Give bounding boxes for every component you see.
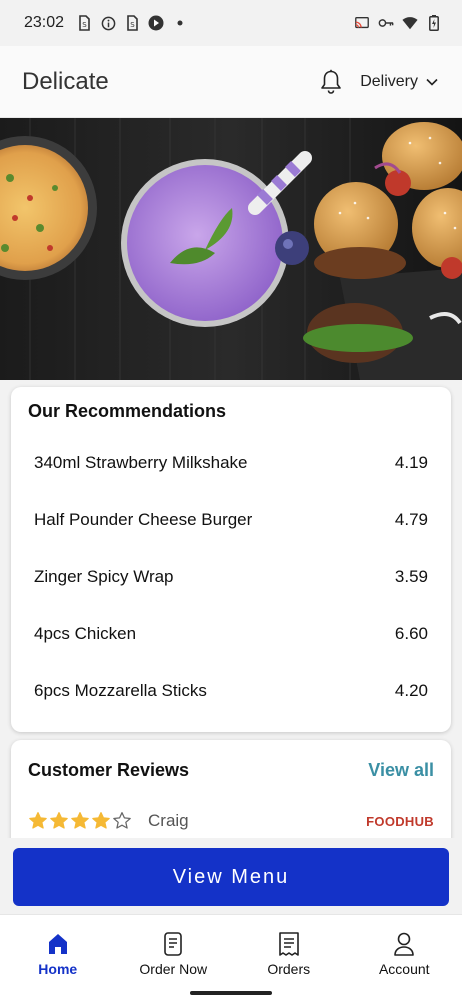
- recommendations-title: Our Recommendations: [28, 401, 227, 421]
- review-item[interactable]: Craig FOODHUB: [28, 811, 434, 831]
- vpn-key-icon: [378, 15, 394, 31]
- account-icon: [392, 931, 416, 957]
- nav-label: Account: [378, 961, 430, 977]
- list-item[interactable]: Half Pounder Cheese Burger 4.79: [28, 491, 434, 548]
- chevron-down-icon: [426, 73, 438, 91]
- item-price: 4.79: [394, 509, 428, 529]
- wifi-icon: [402, 15, 418, 31]
- recommendations-card: Our Recommendations 340ml Strawberry Mil…: [11, 387, 451, 732]
- item-name: Zinger Spicy Wrap: [34, 566, 174, 586]
- svg-text:S: S: [130, 21, 135, 29]
- reviews-title: Customer Reviews: [28, 760, 190, 780]
- star-filled-icon: [71, 812, 89, 829]
- item-price: 6.60: [394, 623, 428, 643]
- home-icon: [46, 931, 70, 957]
- view-menu-bar: View Menu: [0, 838, 462, 914]
- battery-icon: [426, 15, 442, 31]
- item-name: 340ml Strawberry Milkshake: [34, 452, 248, 472]
- dot-icon: [172, 15, 188, 31]
- item-name: 6pcs Mozzarella Sticks: [34, 680, 207, 700]
- item-price: 4.20: [394, 680, 428, 700]
- order-icon: [161, 931, 185, 957]
- item-name: Half Pounder Cheese Burger: [34, 509, 253, 529]
- brand-title: Delicate: [22, 67, 109, 95]
- cast-icon: [354, 15, 370, 31]
- reviewer-name: Craig: [148, 811, 189, 830]
- receipt-icon: [277, 931, 301, 957]
- bottom-nav: Home Order Now Orders Account: [0, 914, 462, 1000]
- nav-label: Order Now: [139, 961, 208, 977]
- view-all-link[interactable]: View all: [368, 760, 434, 781]
- delivery-selector[interactable]: Delivery: [358, 69, 440, 95]
- status-bar: 23:02 S S: [0, 0, 462, 46]
- star-empty-icon: [113, 812, 131, 829]
- list-item[interactable]: Zinger Spicy Wrap 3.59: [28, 548, 434, 605]
- nav-account[interactable]: Account: [347, 915, 462, 1000]
- delivery-label: Delivery: [360, 72, 418, 90]
- foodhub-logo: FOODHUB: [366, 813, 434, 829]
- star-rating: [28, 811, 132, 831]
- star-filled-icon: [50, 812, 68, 829]
- star-filled-icon: [29, 812, 47, 829]
- view-menu-button[interactable]: View Menu: [13, 848, 449, 906]
- info-icon: [100, 15, 116, 31]
- nav-label: Orders: [267, 961, 311, 977]
- play-icon: [148, 15, 164, 31]
- item-name: 4pcs Chicken: [34, 623, 137, 643]
- hero-banner-image: [0, 118, 462, 380]
- sim-icon: S: [76, 15, 92, 31]
- status-time: 23:02: [24, 14, 65, 31]
- sim-icon: S: [124, 15, 140, 31]
- list-item[interactable]: 6pcs Mozzarella Sticks 4.20: [28, 662, 434, 719]
- star-filled-icon: [92, 812, 110, 829]
- list-item[interactable]: 4pcs Chicken 6.60: [28, 605, 434, 662]
- recommendations-list: 340ml Strawberry Milkshake 4.19 Half Pou…: [28, 434, 434, 719]
- item-price: 4.19: [394, 452, 428, 472]
- nav-order-now[interactable]: Order Now: [116, 915, 232, 1000]
- item-price: 3.59: [394, 566, 428, 586]
- nav-label: Home: [38, 961, 78, 977]
- svg-text:S: S: [82, 21, 87, 29]
- nav-orders[interactable]: Orders: [231, 915, 347, 1000]
- gesture-bar[interactable]: [190, 991, 272, 995]
- nav-home[interactable]: Home: [0, 915, 116, 1000]
- list-item[interactable]: 340ml Strawberry Milkshake 4.19: [28, 434, 434, 491]
- app-header: Delicate Delivery: [0, 46, 462, 118]
- bell-icon[interactable]: [318, 68, 344, 96]
